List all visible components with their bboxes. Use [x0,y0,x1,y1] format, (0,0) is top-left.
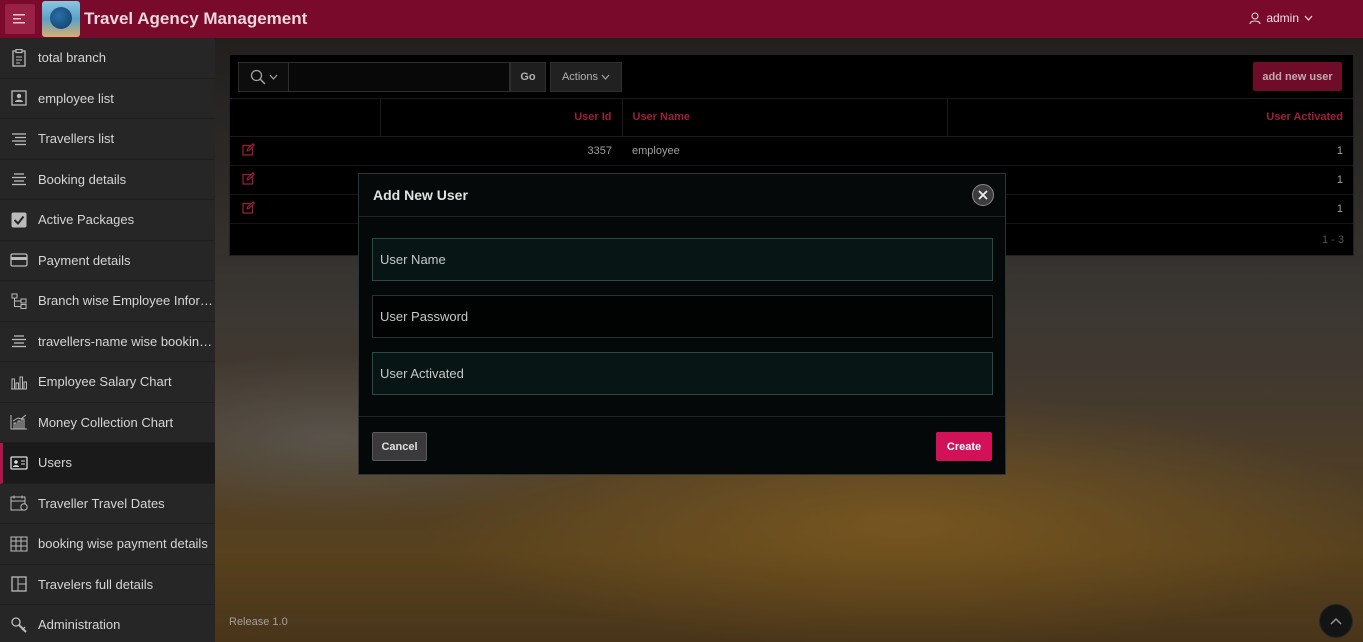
checkbox-icon [9,210,29,230]
sidebar-nav: total branch employee list Travellers li… [0,38,215,642]
sidebar-item-traveller-travel-dates[interactable]: Traveller Travel Dates [0,484,215,524]
sidebar-item-employee-list[interactable]: employee list [0,79,215,119]
sidebar-item-branch-wise-employee[interactable]: Branch wise Employee Inform... [0,281,215,322]
hamburger-icon [13,14,25,24]
sidebar-item-label: Booking details [38,171,127,187]
sidebar-item-label: Branch wise Employee Inform... [38,293,215,309]
sidebar-item-employee-salary-chart[interactable]: Employee Salary Chart [0,362,215,403]
calendar-icon [9,493,29,513]
sidebar-item-booking-details[interactable]: Booking details [0,160,215,200]
dialog-header: Add New User [359,174,1005,217]
user-icon [1249,12,1261,24]
app-logo [42,1,80,37]
chevron-down-icon [1304,15,1313,21]
sidebar-item-label: Travelers full details [38,576,154,592]
sidebar-item-label: booking wise payment details [38,536,208,552]
align-icon [9,331,29,351]
field-label: User Activated [380,366,464,381]
field-label: User Password [380,309,469,324]
list-icon [9,129,29,149]
bar-chart-icon [9,372,29,392]
line-chart-icon [9,412,29,432]
user-menu[interactable]: admin [1249,11,1313,25]
id-card-icon [9,88,29,108]
sidebar-item-label: Users [38,455,72,471]
hierarchy-icon [9,291,29,311]
sidebar-item-users[interactable]: Users [0,443,215,484]
menu-toggle-button[interactable] [5,4,35,34]
close-icon [978,190,988,200]
sidebar-item-administration[interactable]: Administration [0,605,215,642]
sidebar-item-label: Travellers list [38,131,115,147]
field-label: User Name [380,252,446,267]
sidebar-item-payment-details[interactable]: Payment details [0,241,215,281]
sidebar-item-label: Money Collection Chart [38,414,174,430]
cancel-button[interactable]: Cancel [372,432,427,461]
wrench-icon [9,615,29,635]
dialog-footer: Cancel Create [359,417,1005,474]
align-icon [9,169,29,189]
user-password-field[interactable]: User Password [372,295,993,338]
sidebar-item-label: Employee Salary Chart [38,374,172,390]
app-title: Travel Agency Management [84,9,308,28]
sidebar-item-label: Active Packages [38,212,135,228]
sidebar-item-label: Payment details [38,252,131,268]
user-card-icon [9,453,29,473]
add-new-user-dialog: Add New User User Name User Password Use… [358,173,1006,475]
sidebar-item-label: Traveller Travel Dates [38,495,165,511]
sidebar-item-booking-wise-payment[interactable]: booking wise payment details [0,524,215,565]
user-name: admin [1266,11,1299,25]
table-icon [9,534,29,554]
sidebar-item-money-collection-chart[interactable]: Money Collection Chart [0,403,215,443]
user-name-field[interactable]: User Name [372,238,993,281]
sidebar-item-travelers-full-details[interactable]: Travelers full details [0,565,215,605]
sidebar-item-total-branch[interactable]: total branch [0,38,215,79]
sidebar-item-label: total branch [38,50,106,66]
sidebar-item-label: employee list [38,90,114,106]
sidebar-item-travellers-name-wise-booking[interactable]: travellers-name wise booking ... [0,322,215,362]
layout-icon [9,574,29,594]
app-header: Travel Agency Management admin [0,0,1363,38]
create-button[interactable]: Create [936,432,992,461]
close-dialog-button[interactable] [972,184,994,206]
dialog-title: Add New User [373,187,468,203]
sidebar-item-active-packages[interactable]: Active Packages [0,200,215,241]
card-icon [9,250,29,270]
clipboard-icon [9,48,29,68]
user-activated-field[interactable]: User Activated [372,352,993,395]
sidebar-item-label: travellers-name wise booking ... [38,333,215,349]
dialog-body: User Name User Password User Activated [359,217,1005,417]
sidebar-item-label: Administration [38,617,121,633]
sidebar-item-travellers-list[interactable]: Travellers list [0,119,215,160]
